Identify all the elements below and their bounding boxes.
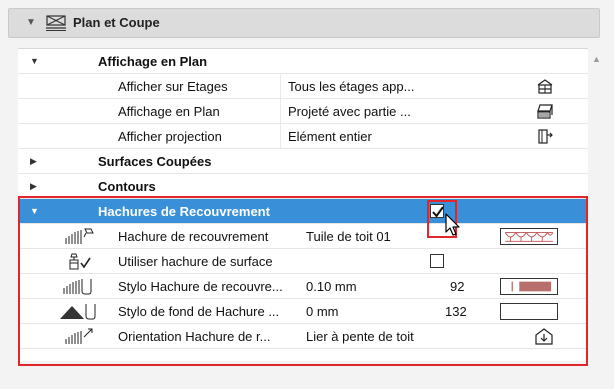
pen-number[interactable]: 92 — [450, 279, 464, 294]
group-label: Affichage en Plan — [98, 54, 208, 69]
collapse-arrow-icon[interactable]: ▼ — [26, 17, 36, 28]
property-row[interactable]: Stylo de fond de Hachure ... 0 mm 132 — [18, 299, 588, 324]
property-label: Afficher sur Etages — [118, 79, 228, 94]
group-hachures-de-recouvrement[interactable]: ▼ Hachures de Recouvrement — [18, 199, 588, 224]
pen-number[interactable]: 132 — [445, 304, 467, 319]
use-surface-fill-icon — [69, 253, 91, 270]
panel-footer — [8, 368, 600, 389]
mouse-pointer-icon — [445, 213, 460, 236]
pen-color-swatch[interactable] — [500, 278, 558, 295]
property-row[interactable]: Hachure de recouvrement Tuile de toit 01 — [18, 224, 588, 249]
group-affichage-en-plan[interactable]: ▼ Affichage en Plan — [18, 49, 588, 74]
vertical-scrollbar[interactable]: ▲ ▼ — [588, 48, 604, 378]
group-label: Surfaces Coupées — [98, 154, 212, 169]
property-row[interactable]: Afficher projection Elément entier — [18, 124, 588, 149]
property-value[interactable]: 0 mm — [306, 304, 339, 319]
property-label: Orientation Hachure de r... — [118, 329, 271, 344]
property-value[interactable]: Tuile de toit 01 — [306, 229, 391, 244]
collapsed-arrow-icon[interactable]: ▶ — [30, 181, 37, 192]
property-value[interactable]: Projeté avec partie ... — [288, 104, 411, 119]
property-row[interactable]: Stylo Hachure de recouvre... 0.10 mm 92 — [18, 274, 588, 299]
background-pen-swatch[interactable] — [500, 303, 558, 320]
property-label: Affichage en Plan — [118, 104, 220, 119]
property-label: Stylo Hachure de recouvre... — [118, 279, 283, 294]
group-contours[interactable]: ▶ Contours — [18, 174, 588, 199]
panel-header[interactable]: ▼ Plan et Coupe — [8, 8, 600, 38]
group-label: Hachures de Recouvrement — [98, 204, 270, 219]
expand-arrow-icon[interactable]: ▼ — [30, 56, 39, 66]
checkmark-icon — [432, 206, 444, 218]
property-value[interactable]: Tous les étages app... — [288, 79, 414, 94]
hachures-checkbox[interactable] — [430, 204, 444, 218]
projected-view-icon[interactable] — [535, 103, 555, 120]
all-floors-icon[interactable] — [535, 78, 555, 95]
property-row[interactable]: Afficher sur Etages Tous les étages app.… — [18, 74, 588, 99]
property-value[interactable]: Lier à pente de toit — [306, 329, 414, 344]
group-surfaces-coupees[interactable]: ▶ Surfaces Coupées — [18, 149, 588, 174]
roof-slope-link-icon[interactable] — [534, 328, 554, 345]
fill-orientation-icon — [65, 328, 93, 344]
use-surface-fill-checkbox[interactable] — [430, 254, 444, 268]
entire-element-icon[interactable] — [535, 128, 555, 145]
scroll-up-icon[interactable]: ▲ — [592, 54, 601, 64]
property-value[interactable]: Elément entier — [288, 129, 372, 144]
property-row[interactable]: Affichage en Plan Projeté avec partie ..… — [18, 99, 588, 124]
plan-section-icon — [46, 15, 66, 31]
property-row[interactable]: Orientation Hachure de r... Lier à pente… — [18, 324, 588, 349]
property-value[interactable]: 0.10 mm — [306, 279, 357, 294]
group-label: Contours — [98, 179, 156, 194]
fill-pen-icon — [63, 279, 92, 295]
property-label: Hachure de recouvrement — [118, 229, 269, 244]
panel-title: Plan et Coupe — [73, 15, 160, 30]
properties-list: ▼ Affichage en Plan Afficher sur Etages … — [18, 48, 588, 361]
property-row[interactable]: Utiliser hachure de surface — [18, 249, 588, 274]
collapsed-arrow-icon[interactable]: ▶ — [30, 156, 37, 167]
cover-fill-icon — [65, 228, 94, 244]
roof-tile-pattern-swatch[interactable] — [500, 228, 558, 245]
property-label: Utiliser hachure de surface — [118, 254, 273, 269]
property-label: Stylo de fond de Hachure ... — [118, 304, 280, 319]
expand-arrow-icon[interactable]: ▼ — [30, 206, 39, 216]
property-label: Afficher projection — [118, 129, 222, 144]
fill-background-pen-icon — [60, 304, 96, 320]
